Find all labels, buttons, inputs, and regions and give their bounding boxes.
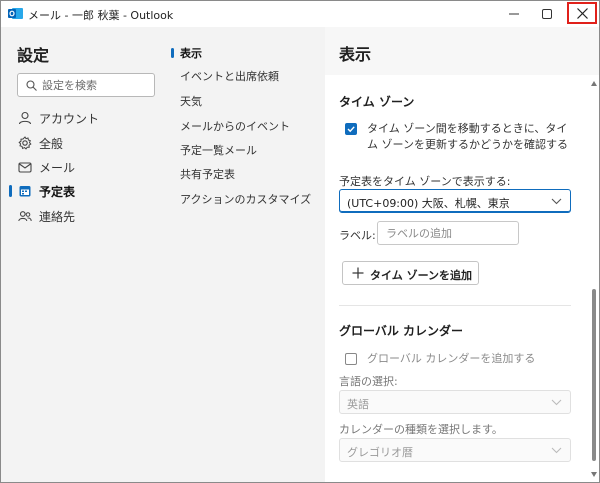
- global-calendar-checkbox[interactable]: [345, 353, 357, 365]
- language-dropdown-value: 英語: [347, 398, 369, 411]
- display-timezone-label: 予定表をタイム ゾーンで表示する:: [339, 175, 511, 188]
- people-icon: [18, 211, 32, 222]
- settings-search-input[interactable]: [42, 78, 152, 92]
- subnav-item-agenda-mail[interactable]: 予定一覧メール: [169, 139, 325, 161]
- scroll-up-icon[interactable]: [591, 81, 597, 86]
- timezone-label-input[interactable]: [386, 227, 516, 240]
- mail-icon: [18, 162, 32, 173]
- plus-icon: [352, 267, 364, 279]
- timezone-heading: タイム ゾーン: [339, 95, 415, 109]
- calendar-type-dropdown[interactable]: グレゴリオ暦: [339, 438, 571, 462]
- subnav-item-label: イベントと出席依頼: [180, 70, 279, 83]
- settings-nav: 設定 アカウント 全般: [1, 27, 169, 482]
- global-calendar-add-label: グローバル カレンダーを追加する: [367, 352, 536, 365]
- nav-item-contacts[interactable]: 連絡先: [9, 205, 165, 227]
- nav-item-label: 連絡先: [39, 209, 76, 224]
- subnav-item-events[interactable]: イベントと出席依頼: [169, 65, 325, 87]
- chevron-down-icon: [551, 198, 562, 205]
- timezone-dropdown-value: (UTC+09:00) 大阪、札幌、東京: [347, 197, 510, 210]
- nav-item-general[interactable]: 全般: [9, 132, 165, 154]
- panel-header: 表示: [325, 27, 599, 75]
- nav-item-calendar[interactable]: 予定表: [9, 180, 165, 202]
- title-bar: メール - 一郎 秋葉 - Outlook: [1, 1, 599, 27]
- search-icon: [26, 79, 37, 91]
- language-dropdown[interactable]: 英語: [339, 390, 571, 414]
- active-indicator: [9, 185, 12, 197]
- person-icon: [18, 111, 32, 125]
- subnav-item-shared-calendars[interactable]: 共有予定表: [169, 163, 325, 185]
- language-label: 言語の選択:: [339, 375, 398, 388]
- subnav-item-weather[interactable]: 天気: [169, 90, 325, 112]
- subnav-item-view[interactable]: 表示: [169, 42, 325, 64]
- timezone-update-checkbox[interactable]: [345, 123, 357, 135]
- chevron-down-icon: [551, 399, 562, 406]
- view-settings-panel: 表示 タイム ゾーン タイム ゾーン間を移動するときに、タイム ゾーンを更新する…: [325, 27, 599, 482]
- nav-item-account[interactable]: アカウント: [9, 107, 165, 129]
- minimize-icon: [509, 13, 519, 15]
- subnav-item-label: 共有予定表: [180, 168, 235, 181]
- nav-item-label: 予定表: [39, 184, 76, 199]
- settings-search-box[interactable]: [17, 73, 155, 97]
- nav-item-label: メール: [39, 160, 76, 175]
- label-field-label: ラベル:: [339, 229, 376, 242]
- nav-item-mail[interactable]: メール: [9, 156, 165, 178]
- calendar-subnav: 表示 イベントと出席依頼 天気 メールからのイベント 予定一覧メール 共有予定表…: [169, 27, 325, 482]
- scroll-down-icon[interactable]: [591, 472, 597, 477]
- minimize-button[interactable]: [497, 1, 531, 27]
- global-calendar-heading: グローバル カレンダー: [339, 324, 464, 338]
- outlook-icon: [8, 8, 23, 19]
- scrollbar-thumb[interactable]: [592, 289, 596, 461]
- timezone-dropdown[interactable]: (UTC+09:00) 大阪、札幌、東京: [339, 189, 571, 213]
- panel-scrollbar[interactable]: [589, 75, 599, 482]
- maximize-icon: [542, 9, 552, 19]
- outlook-window: メール - 一郎 秋葉 - Outlook 設定 アカウント: [0, 0, 600, 483]
- nav-item-label: アカウント: [39, 111, 100, 126]
- subnav-item-label: アクションのカスタマイズ: [180, 193, 312, 206]
- section-divider: [339, 305, 571, 306]
- close-icon: [576, 7, 588, 19]
- calendar-type-label: カレンダーの種類を選択します。: [339, 423, 503, 436]
- add-timezone-button[interactable]: タイム ゾーンを追加: [342, 261, 479, 285]
- gear-icon: [18, 136, 32, 150]
- label-input-box[interactable]: [377, 221, 519, 245]
- active-indicator: [171, 48, 174, 58]
- maximize-button[interactable]: [530, 1, 564, 27]
- chevron-down-icon: [551, 447, 562, 454]
- settings-title: 設定: [17, 46, 50, 65]
- panel-title: 表示: [339, 45, 372, 64]
- subnav-item-label: 表示: [180, 47, 202, 60]
- subnav-item-label: 天気: [180, 95, 202, 108]
- window-title: メール - 一郎 秋葉 - Outlook: [28, 9, 174, 22]
- calendar-type-dropdown-value: グレゴリオ暦: [347, 446, 413, 459]
- subnav-item-events-from-email[interactable]: メールからのイベント: [169, 115, 325, 137]
- checkmark-icon: [347, 126, 355, 133]
- subnav-item-label: メールからのイベント: [180, 120, 290, 133]
- nav-item-label: 全般: [39, 136, 64, 151]
- subnav-item-label: 予定一覧メール: [180, 144, 257, 157]
- calendar-icon: [19, 186, 31, 197]
- subnav-item-customize-actions[interactable]: アクションのカスタマイズ: [169, 188, 325, 210]
- close-button[interactable]: [567, 2, 597, 24]
- timezone-update-label: タイム ゾーン間を移動するときに、タイム ゾーンを更新するかどうかを確認する: [367, 122, 568, 151]
- add-timezone-label: タイム ゾーンを追加: [370, 269, 473, 282]
